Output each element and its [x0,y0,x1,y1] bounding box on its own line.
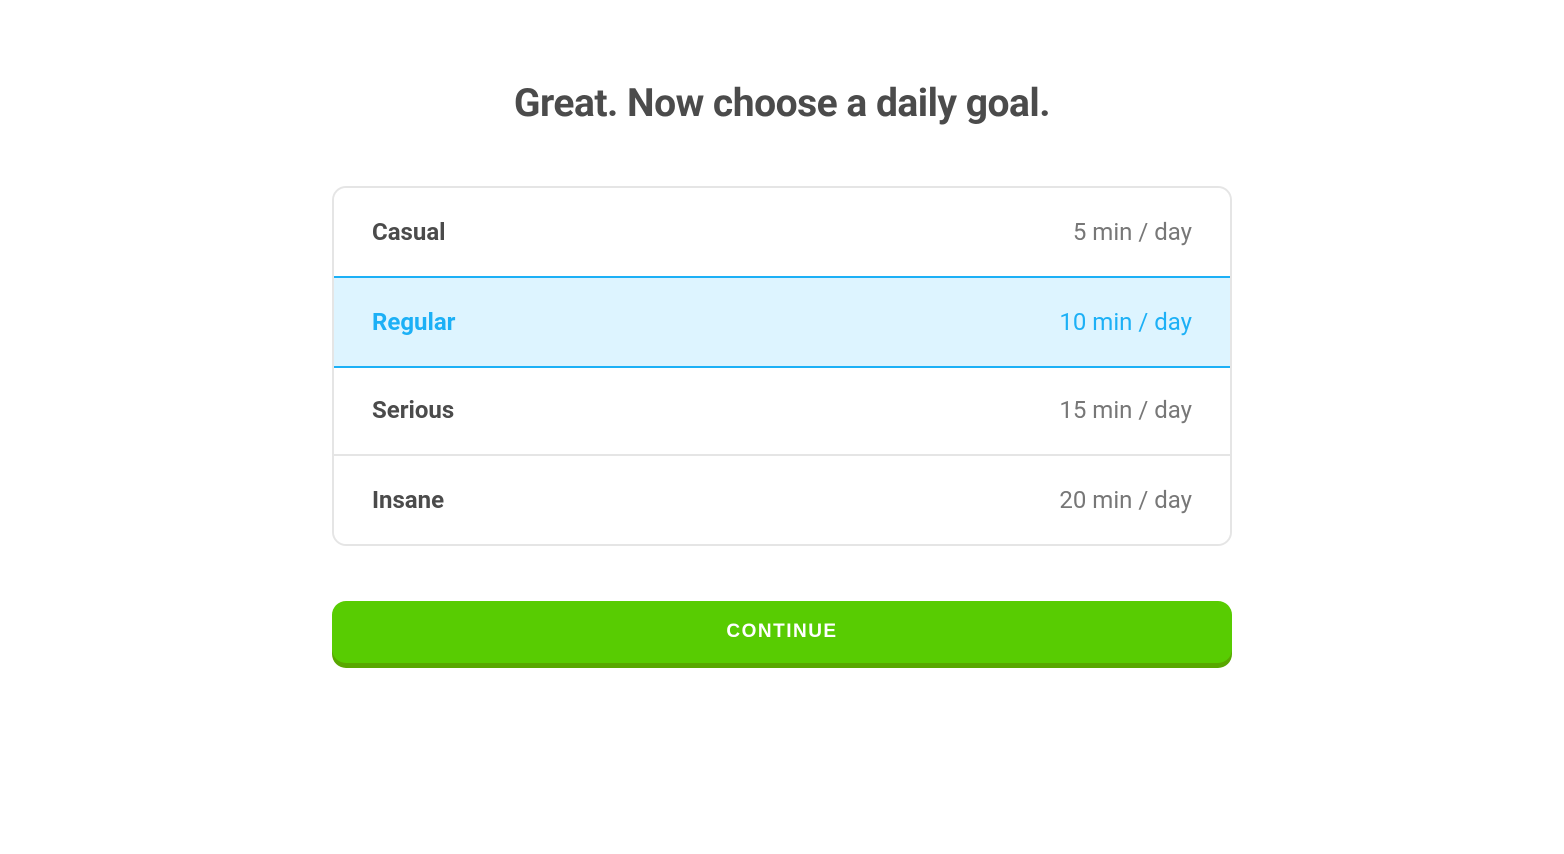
goal-option-casual[interactable]: Casual 5 min / day [334,188,1230,278]
goal-name: Casual [372,218,446,246]
goal-option-regular[interactable]: Regular 10 min / day [332,276,1232,368]
goal-duration: 20 min / day [1059,486,1192,514]
goal-selection-container: Great. Now choose a daily goal. Casual 5… [332,0,1232,663]
goal-duration: 15 min / day [1059,396,1192,424]
goal-name: Regular [372,308,455,336]
goal-option-serious[interactable]: Serious 15 min / day [334,366,1230,456]
page-title: Great. Now choose a daily goal. [332,80,1232,126]
continue-button[interactable]: CONTINUE [332,601,1232,663]
goal-option-insane[interactable]: Insane 20 min / day [334,456,1230,544]
goals-list: Casual 5 min / day Regular 10 min / day … [332,186,1232,546]
goal-name: Insane [372,486,444,514]
goal-duration: 5 min / day [1073,218,1192,246]
goal-duration: 10 min / day [1059,308,1192,336]
goal-name: Serious [372,396,454,424]
